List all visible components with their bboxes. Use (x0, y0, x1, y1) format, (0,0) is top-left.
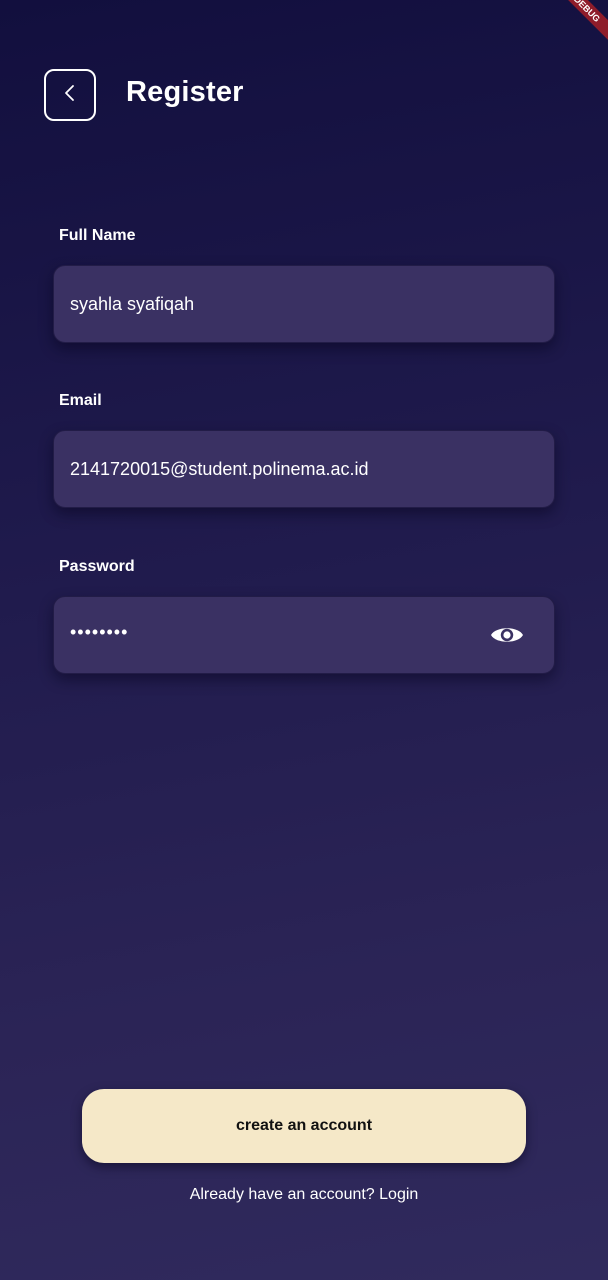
debug-banner: DEBUG (548, 0, 608, 60)
full-name-field[interactable]: syahla syafiqah (53, 265, 555, 343)
password-field[interactable]: •••••••• (53, 596, 555, 674)
email-value[interactable]: 2141720015@student.polinema.ac.id (70, 459, 538, 480)
page-title: Register (126, 76, 244, 108)
password-label: Password (59, 558, 135, 575)
email-field[interactable]: 2141720015@student.polinema.ac.id (53, 430, 555, 508)
login-link[interactable]: Already have an account? Login (0, 1186, 608, 1204)
eye-icon[interactable] (490, 618, 524, 652)
back-button[interactable] (44, 69, 96, 121)
create-account-button[interactable]: create an account (82, 1089, 526, 1163)
full-name-label: Full Name (59, 227, 136, 244)
password-value[interactable]: •••••••• (70, 622, 490, 643)
debug-banner-label: DEBUG (548, 0, 608, 53)
full-name-value[interactable]: syahla syafiqah (70, 294, 538, 315)
email-label: Email (59, 392, 102, 409)
chevron-left-icon (63, 84, 77, 107)
